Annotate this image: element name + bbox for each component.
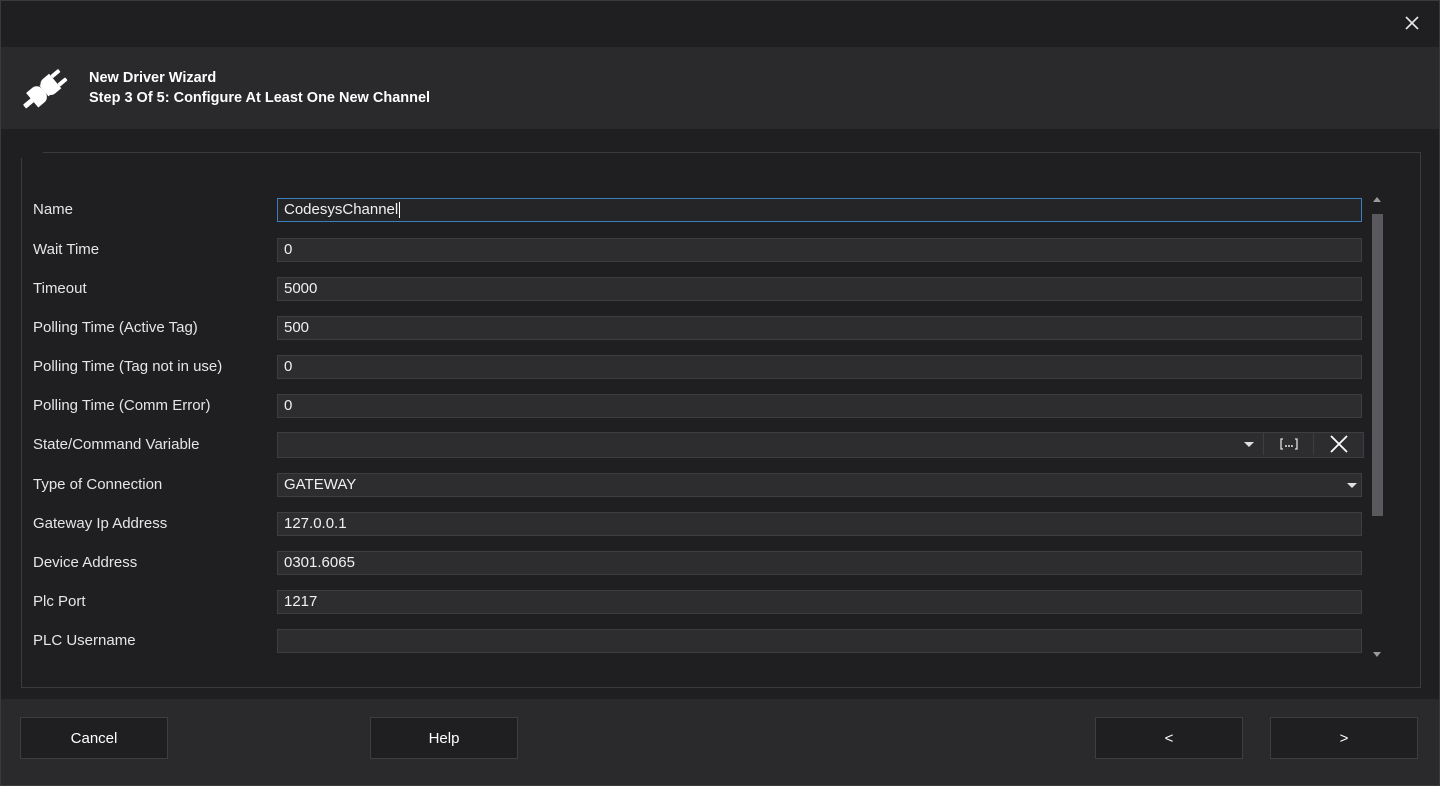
polling-comm-error-label: Polling Time (Comm Error): [33, 397, 211, 414]
next-button[interactable]: >: [1270, 717, 1418, 759]
cancel-button[interactable]: Cancel: [20, 717, 168, 759]
polling-active-label: Polling Time (Active Tag): [33, 319, 198, 336]
wizard-footer: Cancel Help < >: [1, 699, 1439, 785]
connection-type-select[interactable]: GATEWAY: [277, 473, 1362, 497]
polling-comm-error-input[interactable]: 0: [277, 394, 1362, 418]
name-value: CodesysChannel: [284, 201, 399, 218]
state-command-variable-combo[interactable]: [277, 432, 1364, 458]
timeout-input[interactable]: 5000: [277, 277, 1362, 301]
connection-type-label: Type of Connection: [33, 476, 163, 493]
chevron-down-icon: [1244, 441, 1254, 447]
scroll-thumb[interactable]: [1372, 214, 1383, 516]
name-input[interactable]: CodesysChannel: [277, 198, 1362, 222]
plug-icon: [23, 69, 68, 109]
text-caret: [399, 202, 401, 219]
clear-icon: [1330, 435, 1348, 453]
state-command-variable-label: State/Command Variable: [33, 436, 200, 453]
gateway-ip-label: Gateway Ip Address: [33, 515, 168, 532]
timeout-label: Timeout: [33, 280, 87, 297]
wizard-window: New Driver Wizard Step 3 Of 5: Configure…: [0, 0, 1440, 786]
plc-username-input[interactable]: [277, 629, 1362, 653]
panel-group-notch: [21, 152, 43, 158]
gateway-ip-input[interactable]: 127.0.0.1: [277, 512, 1362, 536]
title-bar: [1, 1, 1439, 47]
scroll-down-icon[interactable]: [1373, 652, 1381, 657]
polling-active-input[interactable]: 500: [277, 316, 1362, 340]
polling-not-in-use-input[interactable]: 0: [277, 355, 1362, 379]
connection-type-value: GATEWAY: [284, 476, 357, 493]
clear-variable-button[interactable]: [1313, 433, 1364, 455]
browse-icon: [1280, 438, 1298, 450]
device-address-label: Device Address: [33, 554, 138, 571]
plc-port-input[interactable]: 1217: [277, 590, 1362, 614]
wait-time-label: Wait Time: [33, 241, 100, 258]
wizard-step-subtitle: Step 3 Of 5: Configure At Least One New …: [89, 90, 431, 106]
help-button[interactable]: Help: [370, 717, 518, 759]
scroll-up-icon[interactable]: [1373, 197, 1381, 202]
wizard-header: New Driver Wizard Step 3 Of 5: Configure…: [1, 47, 1439, 129]
close-button[interactable]: [1401, 12, 1423, 34]
plc-username-label: PLC Username: [33, 632, 136, 649]
polling-not-in-use-label: Polling Time (Tag not in use): [33, 358, 223, 375]
device-address-input[interactable]: 0301.6065: [277, 551, 1362, 575]
close-icon: [1405, 16, 1419, 30]
plc-port-label: Plc Port: [33, 593, 86, 610]
name-label: Name: [33, 201, 74, 218]
wizard-title: New Driver Wizard: [89, 70, 217, 86]
browse-variable-button[interactable]: [1263, 433, 1314, 455]
back-button[interactable]: <: [1095, 717, 1243, 759]
state-command-dropdown-button[interactable]: [1236, 433, 1262, 455]
wait-time-input[interactable]: 0: [277, 238, 1362, 262]
chevron-down-icon: [1347, 483, 1357, 488]
form-scrollbar[interactable]: [1369, 192, 1385, 662]
